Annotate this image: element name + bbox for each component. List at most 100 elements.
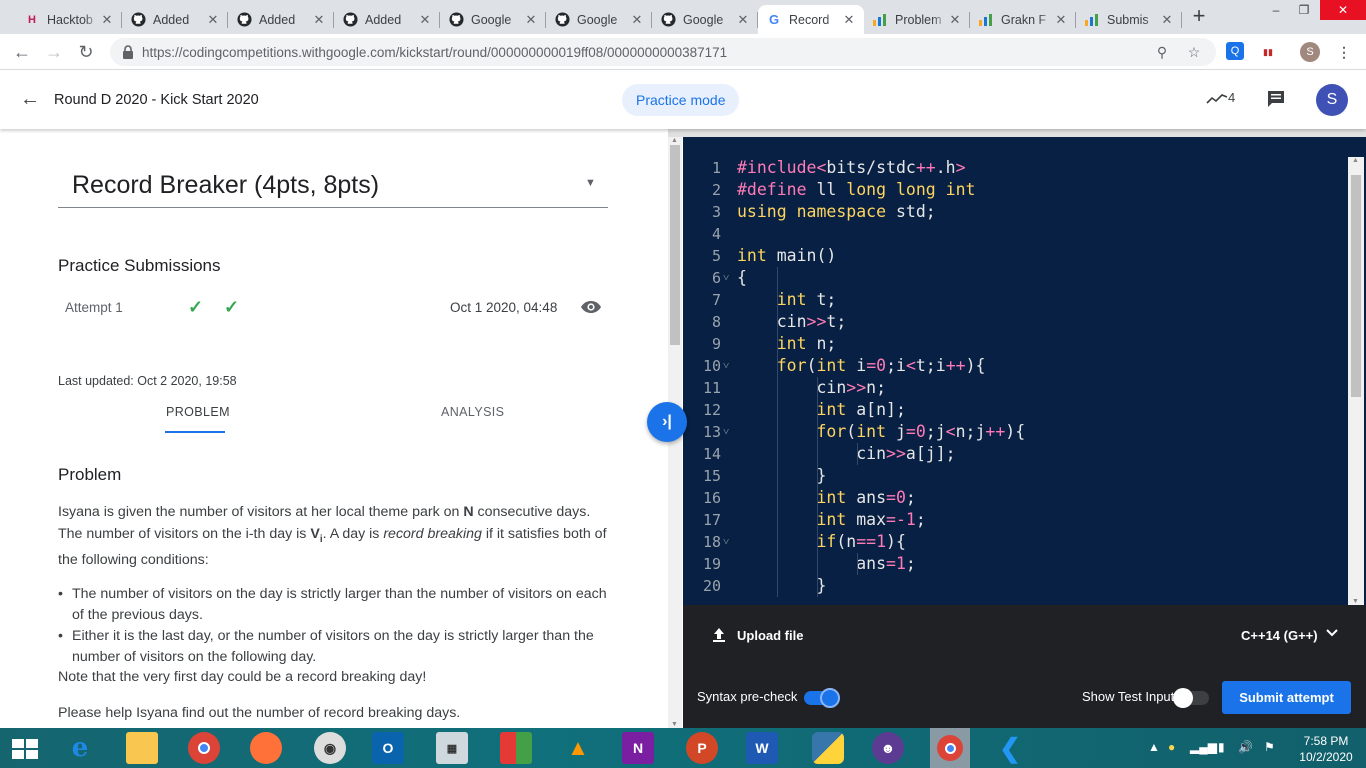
problem-title[interactable]: Record Breaker (4pts, 8pts): [72, 171, 379, 200]
code-line[interactable]: 7 int t;: [683, 289, 1348, 311]
browser-tab[interactable]: Added ✕: [228, 5, 334, 34]
browser-tab[interactable]: Added ✕: [334, 5, 440, 34]
word-icon[interactable]: W: [746, 732, 778, 764]
browser-tab[interactable]: Added ✕: [122, 5, 228, 34]
trend-indicator[interactable]: 4: [1206, 90, 1235, 105]
code-line[interactable]: 3 using namespace std;: [683, 201, 1348, 223]
code-line[interactable]: 19 ans=1;: [683, 553, 1348, 575]
close-tab-icon[interactable]: ✕: [630, 12, 644, 28]
view-eye-icon[interactable]: [580, 300, 602, 314]
code-line[interactable]: 13 ˅ for(int j=0;j<n;j++){: [683, 421, 1348, 443]
code-line[interactable]: 4: [683, 223, 1348, 245]
onenote-icon[interactable]: N: [622, 732, 654, 764]
profile-avatar[interactable]: S: [1300, 42, 1320, 62]
volume-icon[interactable]: 🔊: [1238, 740, 1253, 754]
close-tab-icon[interactable]: ✕: [948, 12, 962, 28]
tab-problem[interactable]: PROBLEM: [166, 405, 230, 419]
code-line[interactable]: 12 int a[n];: [683, 399, 1348, 421]
flag-icon[interactable]: ⚑: [1264, 740, 1275, 754]
syntax-precheck-toggle[interactable]: [804, 688, 840, 708]
close-tab-icon[interactable]: ✕: [524, 12, 538, 28]
menu-kebab-icon[interactable]: ⋮: [1334, 42, 1354, 62]
forward-icon[interactable]: →: [42, 40, 66, 64]
network-icon[interactable]: ▂▄▆: [1190, 740, 1217, 754]
powerpoint-icon[interactable]: P: [686, 732, 718, 764]
github-desktop-icon[interactable]: ☻: [872, 732, 904, 764]
fold-icon[interactable]: ˅: [723, 267, 729, 289]
code-line[interactable]: 2 #define ll long long int: [683, 179, 1348, 201]
language-select[interactable]: C++14 (G++): [1241, 628, 1318, 643]
bookmark-star-icon[interactable]: ☆: [1184, 42, 1204, 62]
browser-tab[interactable]: Grakn F ✕: [970, 5, 1076, 34]
upload-icon[interactable]: [711, 627, 727, 643]
chrome-active-icon[interactable]: [930, 728, 970, 768]
code-line[interactable]: 8 cin>>t;: [683, 311, 1348, 333]
scrollbar-thumb[interactable]: [670, 145, 680, 345]
system-clock[interactable]: 7:58 PM 10/2/2020: [1296, 733, 1356, 765]
browser-tab[interactable]: Google ✕: [440, 5, 546, 34]
browser-tab[interactable]: G Record ✕: [758, 5, 864, 34]
reload-icon[interactable]: ↻: [74, 40, 98, 64]
obs-icon[interactable]: ◉: [314, 732, 346, 764]
python-icon[interactable]: [812, 732, 844, 764]
tab-analysis[interactable]: ANALYSIS: [441, 405, 504, 419]
chevron-down-icon[interactable]: [1325, 626, 1339, 640]
fold-icon[interactable]: ˅: [723, 355, 729, 377]
forum-icon[interactable]: [1267, 90, 1285, 108]
code-line[interactable]: 1 #include<bits/stdc++.h>: [683, 157, 1348, 179]
tray-app-icon[interactable]: ●: [1168, 740, 1175, 754]
extension-search-icon[interactable]: Q: [1226, 42, 1244, 60]
code-line[interactable]: 5 int main(): [683, 245, 1348, 267]
user-avatar[interactable]: S: [1316, 84, 1348, 116]
store-icon[interactable]: [500, 732, 532, 764]
upload-file-button[interactable]: Upload file: [737, 628, 803, 643]
fold-icon[interactable]: ˅: [723, 531, 729, 553]
show-test-input-toggle[interactable]: [1173, 688, 1209, 708]
submit-attempt-button[interactable]: Submit attempt: [1222, 681, 1351, 714]
address-bar[interactable]: https://codingcompetitions.withgoogle.co…: [110, 38, 1216, 66]
chrome-icon[interactable]: [188, 732, 220, 764]
file-explorer-icon[interactable]: [126, 732, 158, 764]
practice-mode-chip[interactable]: Practice mode: [622, 84, 740, 116]
code-line[interactable]: 15 }: [683, 465, 1348, 487]
editor-scrollbar[interactable]: ▲ ▼: [1348, 157, 1364, 605]
close-tab-icon[interactable]: ✕: [312, 12, 326, 28]
close-tab-icon[interactable]: ✕: [1054, 12, 1068, 28]
close-tab-icon[interactable]: ✕: [418, 12, 432, 28]
windows-start-icon[interactable]: [12, 739, 38, 759]
battery-icon[interactable]: ▮: [1218, 740, 1225, 754]
code-editor[interactable]: 1 #include<bits/stdc++.h> 2 #define ll long…: [683, 137, 1366, 605]
code-line[interactable]: 18 ˅ if(n==1){: [683, 531, 1348, 553]
browser-tab[interactable]: Submis ✕: [1076, 5, 1182, 34]
ie-icon[interactable]: e: [64, 732, 96, 764]
collapse-panel-button[interactable]: ›|: [647, 402, 687, 442]
code-line[interactable]: 10 ˅ for(int i=0;i<t;i++){: [683, 355, 1348, 377]
close-tab-icon[interactable]: ✕: [206, 12, 220, 28]
outlook-icon[interactable]: O: [372, 732, 404, 764]
code-line[interactable]: 17 int max=-1;: [683, 509, 1348, 531]
close-tab-icon[interactable]: ✕: [100, 12, 114, 28]
zoom-icon[interactable]: ⚲: [1152, 42, 1172, 62]
close-tab-icon[interactable]: ✕: [842, 12, 856, 28]
browser-tab[interactable]: Google ✕: [546, 5, 652, 34]
fold-icon[interactable]: ˅: [723, 421, 729, 443]
browser-tab[interactable]: Problem ✕: [864, 5, 970, 34]
firefox-icon[interactable]: [250, 732, 282, 764]
new-tab-button[interactable]: +: [1186, 5, 1212, 29]
dropdown-caret-icon[interactable]: ▼: [585, 177, 596, 189]
vlc-icon[interactable]: ▲: [562, 732, 594, 764]
tray-expand-icon[interactable]: ▲: [1148, 740, 1160, 754]
code-line[interactable]: 20 }: [683, 575, 1348, 597]
calculator-icon[interactable]: ▦: [436, 732, 468, 764]
back-icon[interactable]: ←: [10, 40, 34, 64]
minimize-button[interactable]: –: [1262, 0, 1290, 20]
close-window-button[interactable]: ✕: [1320, 0, 1366, 20]
scrollbar-thumb[interactable]: [1351, 175, 1361, 397]
close-tab-icon[interactable]: ✕: [736, 12, 750, 28]
code-line[interactable]: 14 cin>>a[j];: [683, 443, 1348, 465]
vscode-icon[interactable]: ❮: [994, 732, 1026, 764]
extension-chart-icon[interactable]: ▮▮: [1258, 42, 1278, 62]
code-line[interactable]: 9 int n;: [683, 333, 1348, 355]
close-tab-icon[interactable]: ✕: [1160, 12, 1174, 28]
code-line[interactable]: 16 int ans=0;: [683, 487, 1348, 509]
